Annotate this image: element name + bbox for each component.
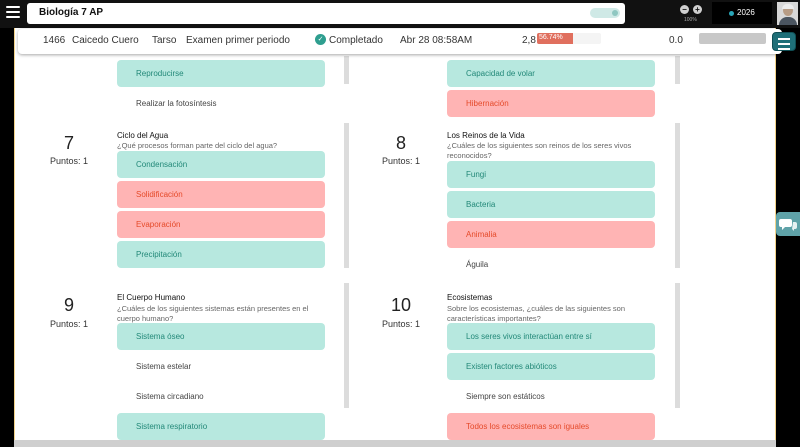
title-field[interactable]: Biología 7 AP [27,3,625,24]
option-text: Sistema óseo [136,332,185,341]
option-text: Animalia [466,230,497,239]
option-card: Solidificación [117,181,325,208]
question-points: Puntos: 1 [381,156,421,166]
avatar[interactable] [777,2,798,25]
option-card: Sistema respiratorio [117,413,325,440]
option-card: Hibernación [447,90,655,117]
option-text: Siempre son estáticos [466,392,545,401]
horizontal-scrollbar[interactable] [14,440,776,447]
option-text: Precipitación [136,250,182,259]
zoom-level: 100% [684,17,697,23]
option-text: Los seres vivos interactúan entre sí [466,332,592,341]
question-title: Los Reinos de la Vida [447,131,525,140]
student-first-name: Tarso [152,35,177,46]
option-card: Evaporación [117,211,325,238]
student-info-bar: 1466 Caicedo Cuero Tarso Examen primer p… [18,29,796,54]
option-card: Reproducirse [117,60,325,87]
question-prompt: Sobre los ecosistemas, ¿cuáles de las si… [447,304,626,323]
option-text: Sistema circadiano [136,392,204,401]
question-title: El Cuerpo Humano [117,293,186,302]
check-circle-icon: ✓ [315,34,326,45]
column-divider [675,283,680,408]
option-card: Existen factores abióticos [447,353,655,380]
column-divider [344,123,349,268]
option-text: Realizar la fotosíntesis [136,99,217,108]
app-title: Biología 7 AP [39,7,104,18]
top-bar: Biología 7 AP − + 100% 2026 [0,0,800,28]
option-card: Sistema circadiano [117,383,325,410]
page-background: Reproducirse Realizar la fotosíntesis Ca… [0,28,800,447]
question-number: 10 [390,295,412,315]
option-text: Existen factores abióticos [466,362,557,371]
zoom-in-icon[interactable]: + [693,5,702,14]
option-text: Evaporación [136,220,181,229]
option-text: Sistema estelar [136,362,192,371]
question-points: Puntos: 1 [381,319,421,329]
year-dot-icon [729,11,734,16]
option-card: Águila [447,251,655,278]
option-text: Fungi [466,170,487,179]
option-card: Siempre son estáticos [447,383,655,410]
question-number: 8 [395,133,406,153]
secondary-progress-bar [699,33,766,44]
student-surname: Caicedo Cuero [72,35,139,46]
chat-bubbles-icon[interactable] [776,212,800,236]
option-card: Sistema óseo [117,323,325,350]
menu-icon[interactable] [772,32,796,51]
option-text: Condensación [136,160,188,169]
column-divider [344,283,349,408]
year-label: 2026 [737,8,755,17]
score-percent: 56.74% [539,34,563,41]
option-text: Águila [466,260,489,269]
status-text: Completado [329,35,383,46]
grade-value: 2,8 [522,35,536,46]
hamburger-icon[interactable] [6,6,20,20]
question-prompt: ¿Cuáles de los siguientes sistemas están… [117,304,309,323]
column-divider [344,56,349,84]
option-card: Condensación [117,151,325,178]
option-card: Todos los ecosistemas son iguales [447,413,655,440]
question-title: Ecosistemas [447,293,493,302]
question-title: Ciclo del Agua [117,131,169,140]
option-text: Reproducirse [136,69,184,78]
option-text: Solidificación [136,190,183,199]
column-divider [675,56,680,84]
option-text: Bacteria [466,200,496,209]
option-card: Precipitación [117,241,325,268]
extra-score: 0.0 [669,35,683,46]
question-number: 9 [63,295,74,315]
option-text: Capacidad de volar [466,69,535,78]
submitted-date: Abr 28 08:58AM [400,35,473,46]
column-divider [675,123,680,268]
option-card: Capacidad de volar [447,60,655,87]
year-selector[interactable]: 2026 [712,2,772,24]
option-card: Bacteria [447,191,655,218]
option-card: Animalia [447,221,655,248]
zoom-out-icon[interactable]: − [680,5,689,14]
option-card: Los seres vivos interactúan entre sí [447,323,655,350]
question-prompt: ¿Qué procesos forman parte del ciclo del… [117,141,278,150]
record-id: 1466 [43,35,66,46]
score-progress-bar: 56.74% [537,33,601,44]
option-card: Sistema estelar [117,353,325,380]
exam-review-content[interactable]: Reproducirse Realizar la fotosíntesis Ca… [14,28,776,440]
question-number: 7 [63,133,74,153]
toggle-chip[interactable] [590,8,620,18]
question-points: Puntos: 1 [49,156,89,166]
option-card: Fungi [447,161,655,188]
exam-name: Examen primer periodo [186,35,290,46]
question-prompt: ¿Cuáles de los siguientes son reinos de … [447,141,632,160]
option-card: Realizar la fotosíntesis [117,90,325,117]
zoom-controls: − + [680,5,704,15]
option-text: Todos los ecosistemas son iguales [466,422,590,431]
question-points: Puntos: 1 [49,319,89,329]
option-text: Hibernación [466,99,509,108]
option-text: Sistema respiratorio [136,422,208,431]
